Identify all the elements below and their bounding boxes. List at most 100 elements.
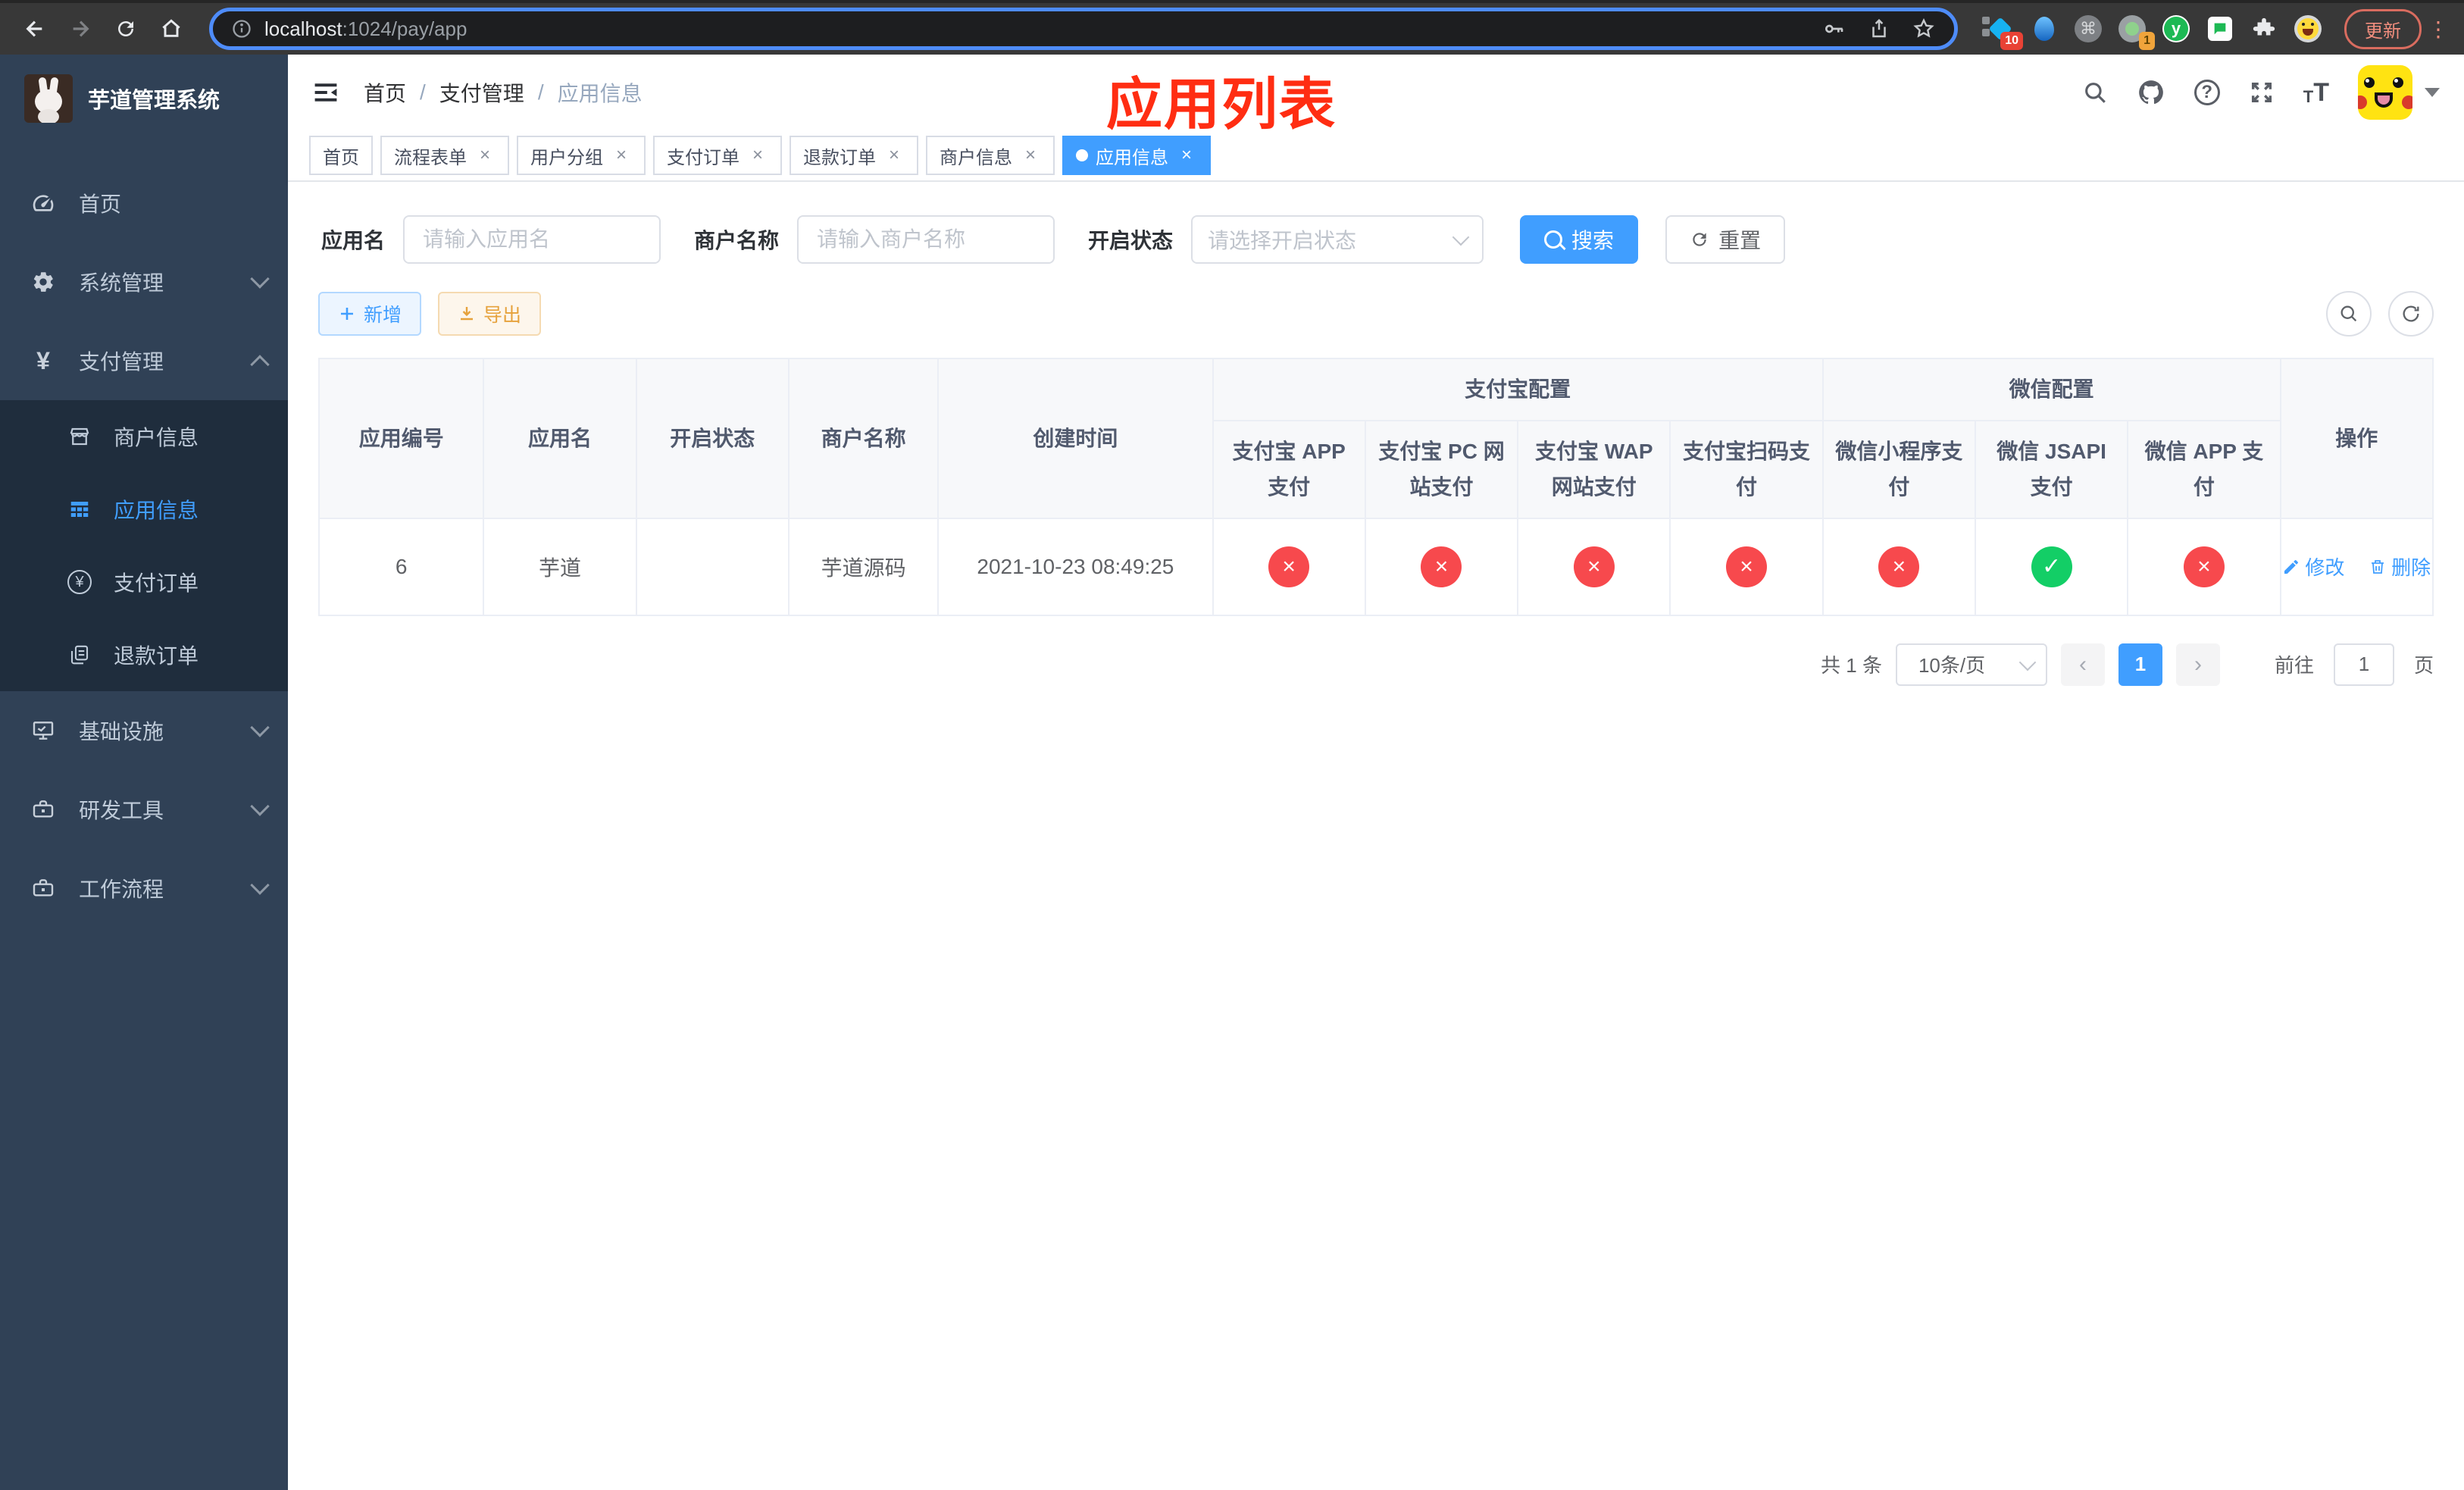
sidebar-item-merchant-info[interactable]: 商户信息 <box>0 400 288 473</box>
sidebar-item-infrastructure[interactable]: 基础设施 <box>0 691 288 770</box>
goto-label: 前往 <box>2274 654 2314 678</box>
tag-refund-order[interactable]: 退款订单 × <box>790 136 918 175</box>
tag-home[interactable]: 首页 <box>309 136 373 175</box>
caret-down-icon <box>2425 88 2440 97</box>
shop-icon <box>67 425 92 448</box>
breadcrumb-payment[interactable]: 支付管理 <box>439 77 524 108</box>
channel-status-badge[interactable]: × <box>1421 546 1462 587</box>
search-form: 应用名 商户名称 开启状态 请选择开启状态 搜索 重置 <box>318 215 2434 264</box>
app-name-input[interactable] <box>403 215 661 264</box>
url-bar[interactable]: localhost:1024/pay/app <box>209 8 1958 50</box>
sidebar-item-refund-order[interactable]: 退款订单 <box>0 618 288 691</box>
sidebar-item-workflow[interactable]: 工作流程 <box>0 849 288 928</box>
col-created: 创建时间 <box>937 357 1214 519</box>
channel-status-badge[interactable]: × <box>1268 546 1310 587</box>
delete-link[interactable]: 删除 <box>2369 552 2431 581</box>
tag-merchant-info[interactable]: 商户信息 × <box>926 136 1055 175</box>
refresh-icon <box>1693 233 1706 246</box>
extension-emoji-icon[interactable] <box>2293 14 2323 44</box>
page-size-select[interactable]: 10条/页 <box>1895 643 2047 686</box>
col-ops: 操作 <box>2279 357 2434 519</box>
browser-chrome: localhost:1024/pay/app 10 ⌘ 1 y 更新 ⋮ <box>0 0 2464 55</box>
extension-y-icon[interactable]: y <box>2161 14 2191 44</box>
tag-payment-order[interactable]: 支付订单 × <box>653 136 782 175</box>
share-icon[interactable] <box>1868 17 1890 41</box>
merchant-name-input[interactable] <box>797 215 1055 264</box>
extensions-puzzle-icon[interactable] <box>2249 14 2279 44</box>
document-copy-icon <box>67 643 92 666</box>
font-size-icon[interactable]: TT <box>2303 80 2329 105</box>
browser-menu-kebab[interactable]: ⋮ <box>2428 17 2449 42</box>
reset-button[interactable]: 重置 <box>1665 215 1786 264</box>
status-select[interactable]: 请选择开启状态 <box>1191 215 1484 264</box>
prev-page-button[interactable]: ‹ <box>2060 643 2105 686</box>
sidebar-collapse-button[interactable] <box>312 79 339 106</box>
extension-balloon-icon[interactable] <box>2029 14 2059 44</box>
search-icon[interactable] <box>2082 80 2108 105</box>
goto-page-input[interactable] <box>2333 643 2394 686</box>
col-app-id: 应用编号 <box>318 357 485 519</box>
extension-command-icon[interactable]: ⌘ <box>2073 14 2103 44</box>
export-button[interactable]: 导出 <box>438 292 542 336</box>
toggle-search-button[interactable] <box>2326 291 2372 337</box>
col-app-name: 应用名 <box>483 357 637 519</box>
sidebar-item-app-info[interactable]: 应用信息 <box>0 473 288 546</box>
password-key-icon[interactable] <box>1822 17 1846 41</box>
refresh-table-button[interactable] <box>2388 291 2434 337</box>
goto-unit: 页 <box>2413 654 2434 678</box>
tag-user-group[interactable]: 用户分组 × <box>517 136 646 175</box>
fullscreen-icon[interactable] <box>2249 80 2275 105</box>
sidebar-item-system[interactable]: 系统管理 <box>0 243 288 321</box>
top-navbar: 首页 / 支付管理 / 应用信息 应用列表 ? TT <box>288 55 2464 136</box>
col-status: 开启状态 <box>635 357 790 519</box>
extension-recorder-icon[interactable]: 1 <box>2117 14 2155 50</box>
browser-home-button[interactable] <box>152 9 191 49</box>
github-icon[interactable] <box>2137 78 2165 107</box>
browser-reload-button[interactable] <box>106 9 145 49</box>
page-1-button[interactable]: 1 <box>2118 643 2162 686</box>
extension-chat-icon[interactable] <box>2205 14 2235 44</box>
close-icon[interactable]: × <box>883 145 905 166</box>
sidebar-item-payment[interactable]: ¥ 支付管理 <box>0 321 288 400</box>
close-icon[interactable]: × <box>747 145 768 166</box>
pagination: 共 1 条 10条/页 ‹ 1 › 前往 页 <box>318 643 2434 686</box>
cell-created: 2021-10-23 08:49:25 <box>937 517 1214 616</box>
tag-app-info[interactable]: 应用信息 × <box>1062 136 1211 175</box>
tag-process-form[interactable]: 流程表单 × <box>380 136 509 175</box>
channel-status-badge[interactable]: ✓ <box>2031 546 2072 587</box>
channel-status-badge[interactable]: × <box>2183 546 2225 587</box>
close-icon[interactable]: × <box>1020 145 1041 166</box>
breadcrumb-home[interactable]: 首页 <box>364 77 406 108</box>
channel-status-badge[interactable]: × <box>1573 546 1615 587</box>
add-button[interactable]: 新增 <box>318 292 422 336</box>
edit-link[interactable]: 修改 <box>2282 552 2344 581</box>
cell-merchant: 芋道源码 <box>787 517 940 616</box>
chevron-down-icon <box>1452 228 1470 246</box>
browser-forward-button[interactable] <box>61 9 100 49</box>
search-button[interactable]: 搜索 <box>1520 215 1639 264</box>
user-menu[interactable] <box>2358 65 2440 120</box>
total-count: 共 1 条 <box>1821 654 1882 678</box>
browser-update-button[interactable]: 更新 <box>2344 8 2422 49</box>
channel-status-badge[interactable]: × <box>1726 546 1768 587</box>
help-icon[interactable]: ? <box>2194 80 2220 105</box>
toolbox-icon <box>30 797 56 822</box>
close-icon[interactable]: × <box>611 145 632 166</box>
user-avatar <box>2358 65 2412 120</box>
sidebar-item-dev-tools[interactable]: 研发工具 <box>0 770 288 849</box>
sidebar-item-payment-order[interactable]: ¥ 支付订单 <box>0 546 288 618</box>
extensions-tray: 10 ⌘ 1 y <box>1976 14 2332 50</box>
sidebar-item-home[interactable]: 首页 <box>0 164 288 243</box>
close-icon[interactable]: × <box>474 145 496 166</box>
channel-status-badge[interactable]: × <box>1878 546 1920 587</box>
browser-back-button[interactable] <box>15 9 55 49</box>
chevron-up-icon <box>250 355 270 374</box>
site-info-icon[interactable] <box>231 18 252 39</box>
cell-app-id: 6 <box>318 517 485 616</box>
sidebar-logo[interactable]: 芋道管理系统 <box>0 55 288 142</box>
close-icon[interactable]: × <box>1176 145 1197 166</box>
extension-pin-icon[interactable]: 10 <box>1982 14 2023 50</box>
chevron-down-icon <box>250 875 270 895</box>
bookmark-star-icon[interactable] <box>1912 17 1936 41</box>
next-page-button[interactable]: › <box>2175 643 2220 686</box>
